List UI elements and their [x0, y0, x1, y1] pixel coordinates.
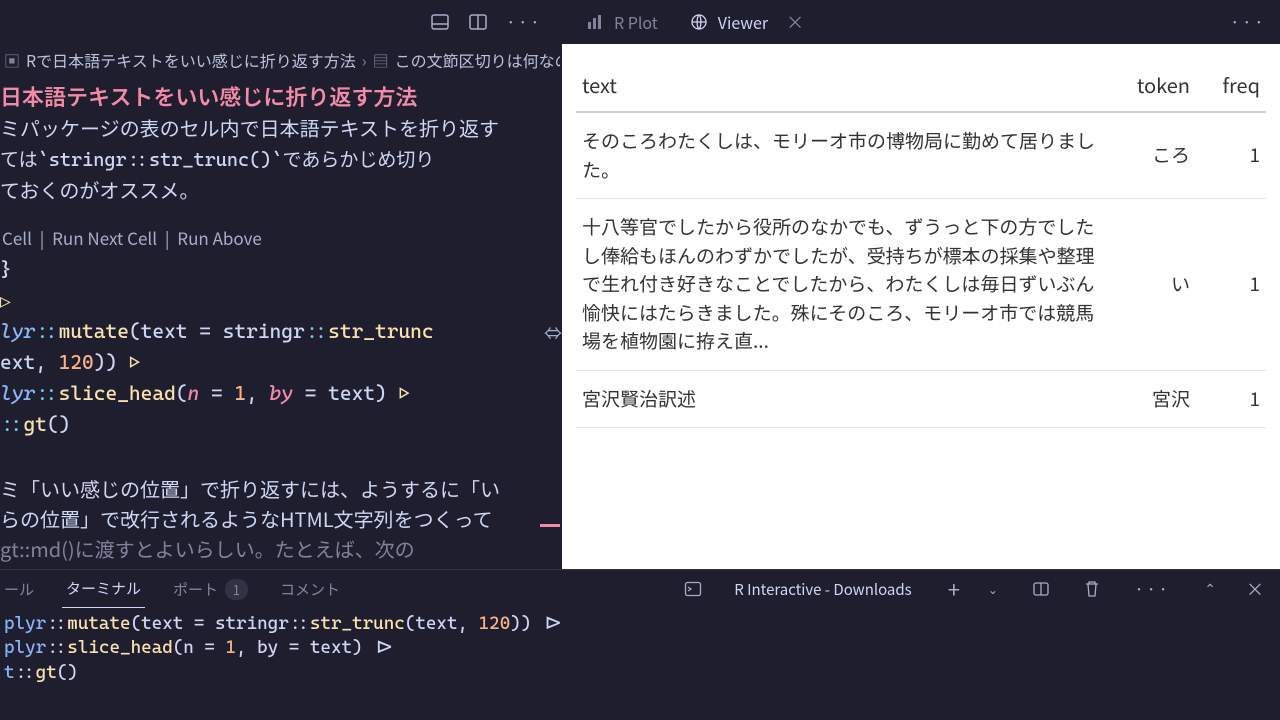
codelens-run-above[interactable]: Run Above — [177, 225, 261, 250]
col-token: token — [1106, 60, 1196, 112]
doc-paragraph-2: ミ「いい感じの位置」で折り返すには、ようするに「い らの位置」で改行されるような… — [0, 474, 560, 564]
col-freq: freq — [1196, 60, 1266, 112]
symbol-icon: ▤ — [373, 48, 389, 72]
overflow-indicator — [540, 524, 560, 527]
panel-tab-comments[interactable]: コメント — [276, 571, 344, 608]
document-body[interactable]: 日本語テキストをいい感じに折り返す方法 ミパッケージの表のセル内で日本語テキスト… — [0, 76, 560, 564]
split-editor-icon[interactable] — [468, 12, 488, 32]
split-terminal-icon[interactable] — [1022, 580, 1060, 598]
gt-table: text token freq そのころわたくしは、モリーオ市の博物局に勤めて居… — [576, 60, 1266, 428]
split-resize-handle[interactable]: ⇔ — [544, 320, 560, 346]
tab-viewer[interactable]: Viewer × — [676, 1, 826, 43]
tab-rplot[interactable]: R Plot — [572, 2, 672, 42]
more-actions-right-icon[interactable]: ··· — [1230, 9, 1266, 35]
codelens-run-cell[interactable]: Cell — [2, 225, 32, 250]
col-text: text — [576, 60, 1106, 112]
panel-tab-ports[interactable]: ポート 1 — [169, 571, 252, 608]
barchart-icon — [586, 13, 604, 31]
breadcrumb-file: Rで日本語テキストをいい感じに折り返す方法 — [26, 48, 356, 72]
chevron-up-icon[interactable]: ⌃ — [1204, 579, 1216, 599]
close-icon[interactable]: × — [778, 9, 812, 35]
terminal-more-icon[interactable]: ··· — [1124, 576, 1180, 602]
file-icon: ▣ — [4, 48, 20, 72]
panel-close-icon[interactable]: × — [1240, 576, 1270, 602]
layout-panel-icon[interactable] — [430, 12, 450, 32]
table-row: そのころわたくしは、モリーオ市の博物局に勤めて居りました。ころ1 — [576, 112, 1266, 199]
terminal-output[interactable]: plyr::mutate(text = stringr::str_trunc(t… — [0, 608, 1280, 685]
doc-paragraph: ミパッケージの表のセル内で日本語テキストを折り返す ては`stringr::st… — [0, 113, 560, 205]
tab-viewer-label: Viewer — [718, 10, 768, 34]
panel-tab-terminal[interactable]: ターミナル — [62, 570, 145, 608]
terminal-dropdown-icon[interactable]: ⌄ — [988, 581, 998, 598]
table-row: 宮沢賢治訳述宮沢1 — [576, 370, 1266, 428]
codelens: Cell | Run Next Cell | Run Above — [0, 205, 560, 255]
terminal-panel: ール ターミナル ポート 1 コメント R Interactive - Down… — [0, 569, 1280, 720]
code-block[interactable]: } ▷ lyr::mutate(text = stringr::str_trun… — [0, 254, 560, 440]
chevron-right-icon: › — [362, 48, 367, 72]
editor-pane: ▣ Rで日本語テキストをいい感じに折り返す方法 › ▤ この文節区切りは何なの … — [0, 44, 560, 569]
new-terminal-icon[interactable]: + — [944, 573, 964, 605]
doc-title: 日本語テキストをいい感じに折り返す方法 — [0, 80, 560, 113]
tab-rplot-label: R Plot — [614, 10, 658, 34]
viewer-pane: text token freq そのころわたくしは、モリーオ市の博物局に勤めて居… — [562, 44, 1280, 569]
table-row: 十八等官でしたから役所のなかでも、ずうっと下の方でしたし俸給もほんのわずかでした… — [576, 199, 1266, 371]
globe-icon — [690, 13, 708, 31]
trash-icon[interactable] — [1084, 580, 1100, 598]
breadcrumb-section: この文節区切りは何なの — [395, 48, 560, 72]
codelens-run-next[interactable]: Run Next Cell — [52, 225, 157, 250]
terminal-session-label[interactable]: R Interactive - Downloads — [726, 571, 919, 608]
terminal-session-icon[interactable] — [684, 580, 702, 598]
more-actions-icon[interactable]: ··· — [506, 9, 542, 35]
panel-tab-debug[interactable]: ール — [0, 571, 38, 608]
breadcrumb[interactable]: ▣ Rで日本語テキストをいい感じに折り返す方法 › ▤ この文節区切りは何なの — [0, 44, 560, 76]
